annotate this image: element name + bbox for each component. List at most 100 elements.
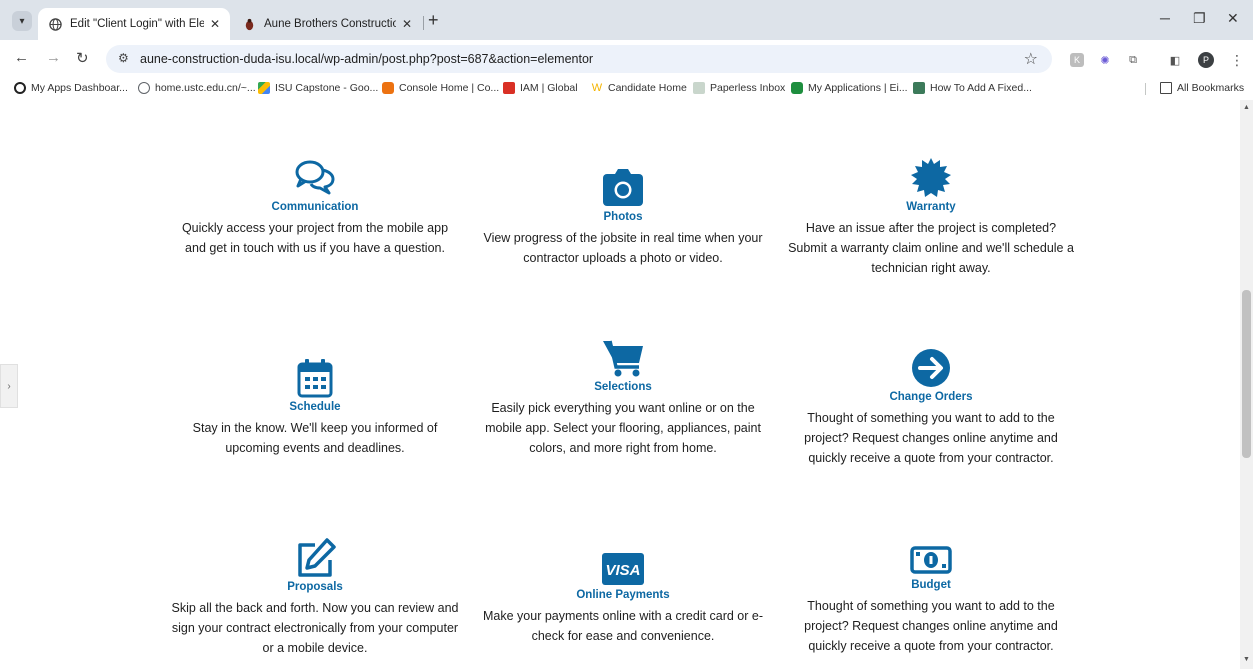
bookmark-item[interactable]: home.ustc.edu.cn/~...	[138, 82, 256, 94]
bookmark-label: My Apps Dashboar...	[31, 82, 128, 94]
feature-title: Communication	[271, 201, 359, 213]
bookmark-label: Candidate Home	[608, 82, 687, 94]
feature-title: Change Orders	[889, 391, 973, 403]
tab-aune-brothers[interactable]: Aune Brothers Construction ✕	[232, 8, 422, 40]
feature-title: Online Payments	[576, 589, 670, 601]
restore-icon[interactable]: ❐	[1193, 10, 1206, 27]
bookmarks-bar: My Apps Dashboar... home.ustc.edu.cn/~..…	[0, 78, 1253, 100]
bookmark-label: My Applications | Ei...	[808, 82, 908, 94]
feature-description: View progress of the jobsite in real tim…	[483, 231, 763, 265]
bookmark-star-icon[interactable]: ☆	[1024, 49, 1038, 69]
tab-title: Edit "Client Login" with Element	[70, 18, 204, 30]
scroll-down-icon[interactable]: ▼	[1243, 656, 1250, 663]
certificate-icon	[911, 158, 951, 197]
feature-online-payments: VISA Online Payments Make your payments …	[478, 552, 768, 646]
globe-icon	[138, 82, 150, 94]
feature-description: Thought of something you want to add to …	[804, 411, 1058, 465]
site-info-icon[interactable]: ⚙	[118, 51, 129, 65]
all-bookmarks-button[interactable]: All Bookmarks	[1160, 82, 1244, 94]
new-tab-button[interactable]: +	[428, 11, 439, 29]
shopping-cart-icon	[603, 340, 643, 377]
page-scrollbar[interactable]: ▲ ▼	[1240, 100, 1253, 669]
scroll-up-icon[interactable]: ▲	[1243, 104, 1250, 111]
aws-cube-icon	[382, 82, 394, 94]
bookmark-item[interactable]: How To Add A Fixed...	[913, 82, 1032, 94]
iam-icon	[503, 82, 515, 94]
minimize-icon[interactable]: ─	[1160, 10, 1170, 26]
feature-description: Make your payments online with a credit …	[483, 609, 763, 643]
chat-bubbles-icon	[295, 160, 335, 195]
tab-title: Aune Brothers Construction	[264, 18, 396, 30]
bookmark-label: home.ustc.edu.cn/~...	[155, 82, 256, 94]
google-drive-icon	[258, 82, 270, 94]
feature-description: Have an issue after the project is compl…	[788, 221, 1074, 275]
extensions-puzzle-icon[interactable]: ⧉	[1126, 53, 1140, 67]
paperless-leaf-icon	[693, 82, 705, 94]
howto-icon	[913, 82, 925, 94]
panel-expand-icon[interactable]: ›	[0, 364, 18, 408]
close-tab-icon[interactable]: ✕	[402, 17, 412, 31]
bookmark-label: IAM | Global	[520, 82, 578, 94]
address-bar[interactable]: ⚙ aune-construction-duda-isu.local/wp-ad…	[106, 45, 1052, 73]
bookmark-item[interactable]: Paperless Inbox	[693, 82, 785, 94]
feature-title: Proposals	[287, 581, 343, 593]
tab-separator	[423, 16, 424, 30]
feature-description: Quickly access your project from the mob…	[181, 221, 449, 255]
globe-icon	[48, 17, 62, 31]
feature-description: Stay in the know. We'll keep you informe…	[192, 421, 438, 455]
scroll-thumb[interactable]	[1242, 290, 1251, 458]
window-close-icon[interactable]: ✕	[1227, 10, 1239, 27]
profile-avatar[interactable]: P	[1198, 52, 1214, 68]
feature-change-orders: Change Orders Thought of something you w…	[786, 348, 1076, 468]
extension-k-icon[interactable]: K	[1070, 53, 1084, 67]
feature-description: Skip all the back and forth. Now you can…	[171, 601, 459, 655]
bookmark-separator	[1145, 83, 1146, 95]
edit-icon	[298, 538, 336, 577]
close-tab-icon[interactable]: ✕	[210, 17, 220, 31]
arrow-circle-right-icon	[912, 349, 950, 387]
tab-search-button[interactable]: ▾	[12, 11, 32, 31]
camera-icon	[603, 169, 643, 206]
feature-schedule: Schedule Stay in the know. We'll keep yo…	[170, 358, 460, 458]
bookmark-item[interactable]: W Candidate Home	[591, 82, 687, 94]
bookmark-item[interactable]: IAM | Global	[503, 82, 578, 94]
visa-label: VISA	[605, 562, 640, 579]
reload-icon[interactable]: ↻	[76, 49, 89, 67]
feature-proposals: Proposals Skip all the back and forth. N…	[170, 538, 460, 658]
feature-title: Schedule	[289, 401, 341, 413]
menu-kebab-icon[interactable]: ⋮	[1230, 52, 1244, 68]
bookmark-item[interactable]: ISU Capstone - Goo...	[258, 82, 378, 94]
bookmark-label: Console Home | Co...	[399, 82, 500, 94]
bookmark-label: ISU Capstone - Goo...	[275, 82, 379, 94]
url-text[interactable]: aune-construction-duda-isu.local/wp-admi…	[140, 52, 593, 66]
feature-selections: Selections Easily pick everything you wa…	[478, 338, 768, 458]
back-icon[interactable]: ←	[14, 49, 29, 66]
feature-description: Easily pick everything you want online o…	[485, 401, 761, 455]
side-panel-icon[interactable]: ◧	[1168, 53, 1182, 67]
extension-gear-icon[interactable]: ✺	[1098, 53, 1112, 67]
forward-icon[interactable]: →	[46, 49, 61, 66]
bookmark-item[interactable]: My Apps Dashboar...	[14, 82, 128, 94]
feature-title: Selections	[594, 381, 652, 393]
applications-icon	[791, 82, 803, 94]
calendar-icon	[297, 359, 333, 398]
browser-toolbar: ← → ↻ ⚙ aune-construction-duda-isu.local…	[0, 40, 1253, 78]
tab-elementor-editor[interactable]: Edit "Client Login" with Element ✕	[38, 8, 230, 40]
feature-photos: Photos View progress of the jobsite in r…	[478, 168, 768, 268]
bookmark-item[interactable]: My Applications | Ei...	[791, 82, 908, 94]
tab-bar: ▾ Edit "Client Login" with Element ✕ Aun…	[0, 0, 1253, 40]
bookmark-label: All Bookmarks	[1177, 82, 1245, 94]
feature-communication: Communication Quickly access your projec…	[170, 158, 460, 258]
folder-icon	[1160, 82, 1172, 94]
bookmark-label: How To Add A Fixed...	[930, 82, 1032, 94]
page-content: › Communication Quickly access your proj…	[0, 100, 1240, 669]
bookmark-label: Paperless Inbox	[710, 82, 786, 94]
bookmark-favicon-icon	[14, 82, 26, 94]
visa-card-icon: VISA	[602, 553, 644, 585]
feature-warranty: Warranty Have an issue after the project…	[786, 158, 1076, 278]
feature-title: Warranty	[906, 201, 956, 213]
bookmark-item[interactable]: Console Home | Co...	[382, 82, 499, 94]
feature-title: Budget	[911, 579, 951, 591]
feature-budget: Budget Thought of something you want to …	[786, 544, 1076, 656]
feature-description: Thought of something you want to add to …	[804, 599, 1058, 653]
